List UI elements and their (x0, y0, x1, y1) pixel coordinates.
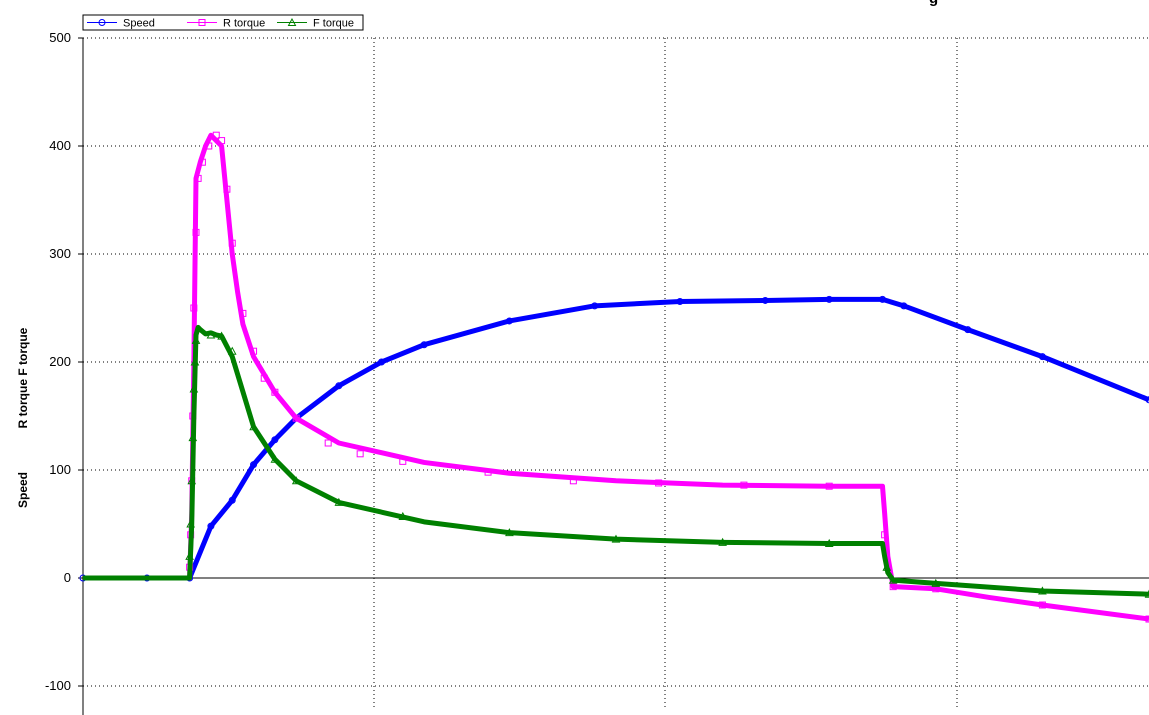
y-tick-labels: -100 0 100 200 300 400 500 (45, 30, 71, 693)
series-r-torque (83, 131, 1149, 623)
series-line (83, 132, 1149, 622)
series-line (83, 324, 1149, 597)
y-tick-label: 400 (49, 138, 71, 153)
y-tick-label: 100 (49, 462, 71, 477)
legend-label: F torque (313, 18, 354, 30)
y-tick-label: -100 (45, 678, 71, 693)
y-tick-label: 300 (49, 246, 71, 261)
chart-title-fragment: g (929, 0, 938, 7)
y-tick-label: 500 (49, 30, 71, 45)
y-tick-label: 0 (64, 570, 71, 585)
y-axis-label-speed: Speed (16, 472, 30, 508)
legend: Speed R torque F torque (82, 14, 364, 31)
legend-label: Speed (123, 18, 155, 30)
y-tick-label: 200 (49, 354, 71, 369)
data-point (356, 450, 364, 458)
series-layer (79, 131, 1149, 623)
chart: -100 0 100 200 300 400 500 R torque F torque S… (16, 0, 1149, 715)
grid-lines (83, 37, 1149, 710)
series-f-torque (83, 324, 1149, 598)
legend-label: R torque (223, 18, 265, 30)
y-axis-label-torque: R torque F torque (16, 327, 30, 428)
